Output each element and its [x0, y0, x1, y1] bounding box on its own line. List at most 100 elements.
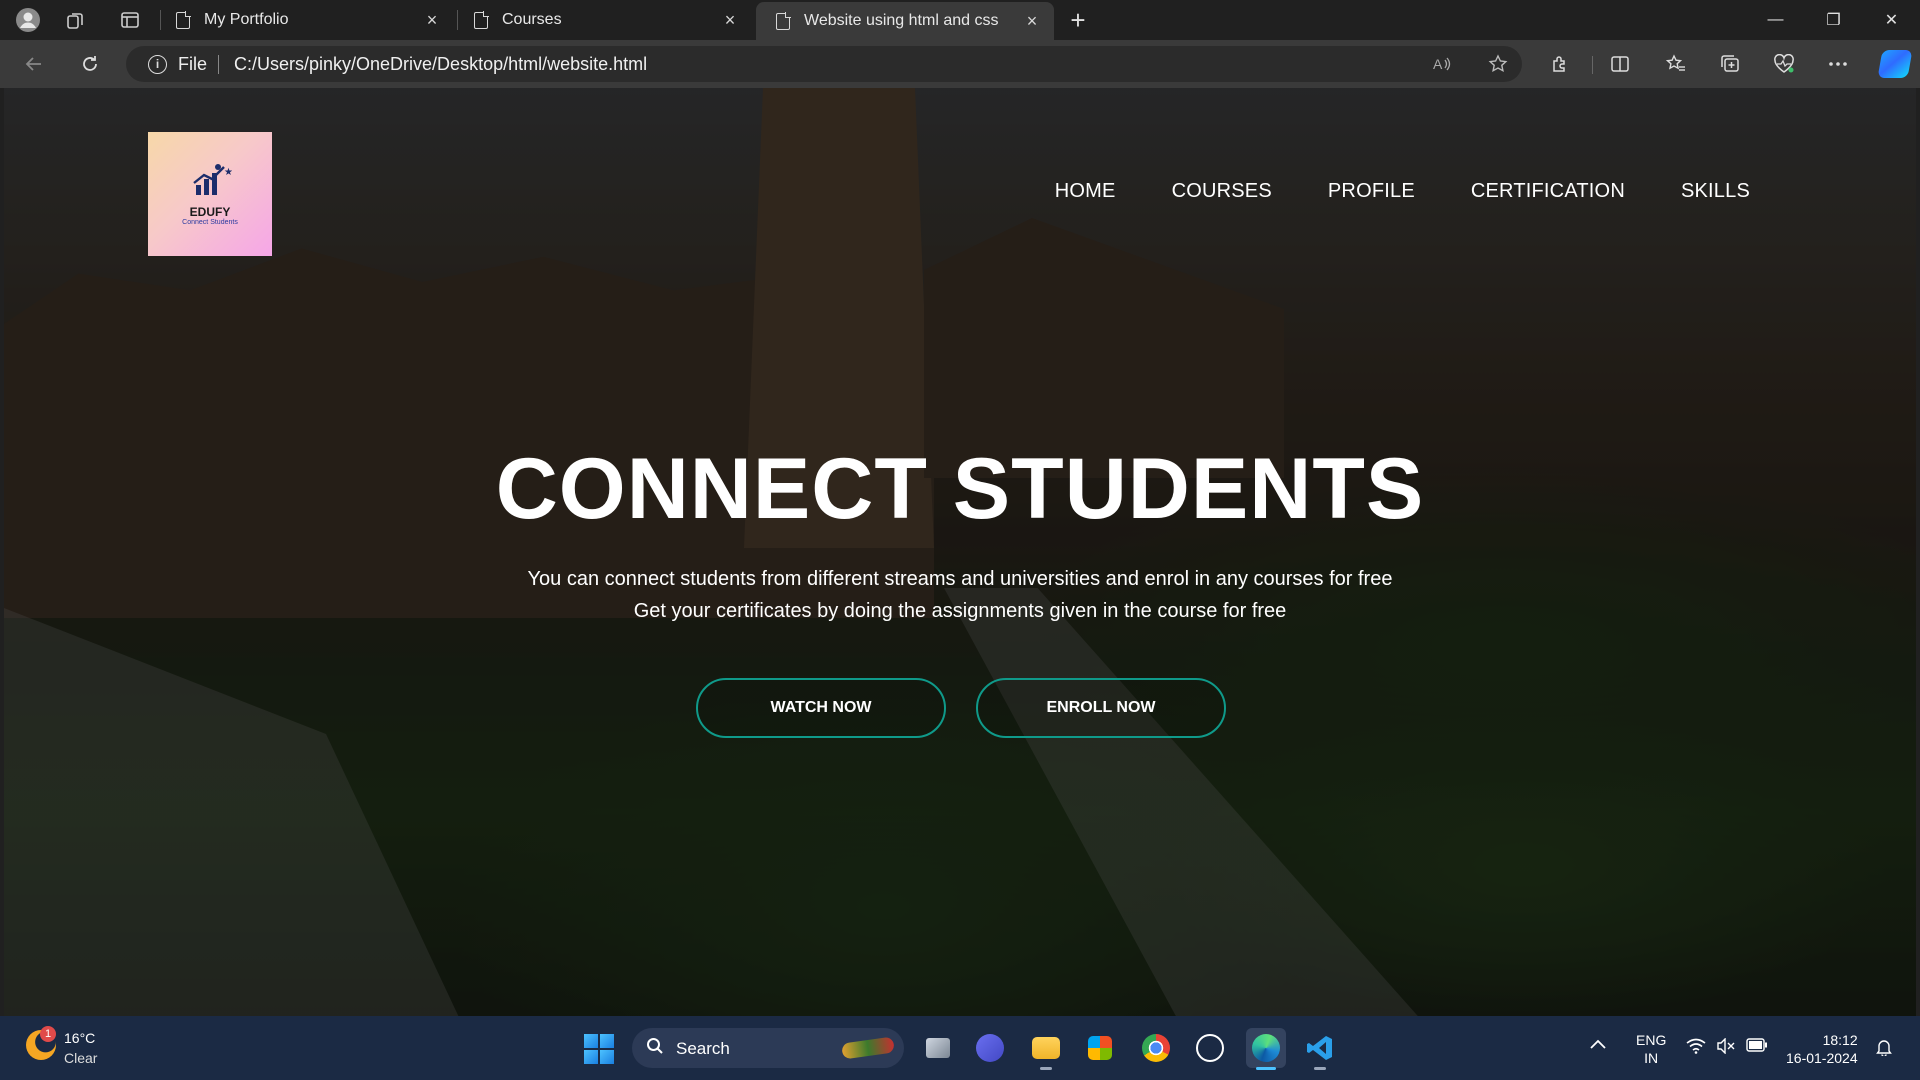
collections-icon[interactable] — [1714, 48, 1746, 80]
info-icon[interactable]: i — [148, 55, 167, 74]
dark-overlay — [4, 88, 1916, 1016]
nav-home[interactable]: HOME — [1055, 180, 1116, 203]
weather-temperature[interactable]: 16°C — [64, 1030, 95, 1046]
url-text[interactable]: C:/Users/pinky/OneDrive/Desktop/html/web… — [234, 54, 647, 75]
page-icon — [474, 10, 489, 29]
start-tile — [600, 1050, 614, 1064]
region-code: IN — [1644, 1050, 1659, 1066]
address-separator — [218, 55, 219, 74]
notification-bell-icon[interactable] — [1876, 1038, 1892, 1060]
minimize-button[interactable]: — — [1748, 0, 1803, 40]
toolbar-separator — [1592, 56, 1593, 74]
running-indicator — [1314, 1067, 1326, 1070]
taskbar-search[interactable]: Search — [632, 1028, 904, 1068]
refresh-icon[interactable] — [74, 48, 106, 80]
folder-graphic — [1032, 1037, 1060, 1059]
logo-graphic: ★ — [188, 163, 233, 203]
meet-graphic — [976, 1034, 1004, 1062]
start-tile — [600, 1034, 614, 1048]
tab-title: My Portfolio — [204, 11, 289, 28]
scheme-label: File — [178, 54, 208, 74]
vscode-graphic — [1307, 1036, 1332, 1060]
tab-title: Website using html and css — [804, 12, 999, 29]
close-icon[interactable]: × — [720, 10, 740, 31]
copilot-icon[interactable] — [1877, 50, 1913, 78]
restore-button[interactable]: ❐ — [1806, 0, 1861, 40]
start-tile — [584, 1050, 598, 1064]
site-logo[interactable]: ★ EDUFY Connect Students — [148, 132, 272, 256]
chrome-graphic — [1142, 1034, 1170, 1062]
nav-certification[interactable]: CERTIFICATION — [1471, 180, 1625, 203]
search-highlight-icon — [841, 1036, 895, 1060]
svg-text:★: ★ — [224, 167, 232, 178]
tab-courses[interactable]: Courses × — [454, 0, 752, 40]
store-graphic — [1088, 1036, 1112, 1060]
page-icon — [176, 10, 191, 29]
volume-muted-icon[interactable] — [1716, 1037, 1736, 1058]
file-explorer-icon[interactable] — [1026, 1028, 1066, 1070]
address-bar[interactable]: i File C:/Users/pinky/OneDrive/Desktop/h… — [126, 46, 1522, 82]
chevron-up-icon[interactable] — [1590, 1036, 1606, 1053]
favorite-icon[interactable] — [1486, 52, 1510, 76]
close-icon[interactable]: × — [1022, 11, 1042, 32]
chrome-icon[interactable] — [1136, 1028, 1176, 1068]
start-tile — [584, 1034, 598, 1048]
running-indicator — [1040, 1067, 1052, 1070]
edge-icon[interactable] — [1246, 1028, 1286, 1070]
dell-icon[interactable] — [1190, 1028, 1230, 1068]
tab-website[interactable]: Website using html and css × — [756, 2, 1054, 40]
watch-now-button[interactable]: WATCH NOW — [696, 678, 946, 738]
task-view-icon[interactable] — [918, 1028, 958, 1068]
hero-title: CONNECT STUDENTS — [495, 441, 1425, 537]
browser-tab-bar: My Portfolio × Courses × Website using h… — [0, 0, 1920, 40]
start-button[interactable] — [584, 1034, 614, 1064]
close-window-button[interactable]: ✕ — [1864, 0, 1919, 40]
tab-actions-icon[interactable] — [114, 4, 146, 36]
meet-app-icon[interactable] — [970, 1028, 1010, 1068]
workspaces-icon[interactable] — [60, 4, 92, 36]
profile-icon[interactable] — [12, 4, 44, 36]
tab-title: Courses — [502, 11, 562, 28]
wifi-icon[interactable] — [1686, 1038, 1706, 1058]
back-icon[interactable] — [18, 48, 50, 80]
browser-toolbar: i File C:/Users/pinky/OneDrive/Desktop/h… — [0, 40, 1920, 88]
nav-courses[interactable]: COURSES — [1172, 180, 1272, 203]
vscode-icon[interactable] — [1300, 1028, 1340, 1070]
logo-tagline: Connect Students — [182, 218, 238, 226]
logo-brand: EDUFY — [189, 204, 231, 219]
favorites-icon[interactable] — [1660, 48, 1692, 80]
read-aloud-icon[interactable]: A — [1430, 52, 1454, 76]
hero-subtitle-line1: You can connect students from different … — [527, 568, 1393, 590]
enroll-now-button[interactable]: ENROLL NOW — [976, 678, 1226, 738]
weather-condition: Clear — [64, 1050, 98, 1066]
weather-badge: 1 — [40, 1026, 56, 1042]
more-icon[interactable] — [1822, 48, 1854, 80]
language-code: ENG — [1636, 1032, 1667, 1048]
page-icon — [776, 11, 791, 30]
clock-date: 16-01-2024 — [1786, 1050, 1858, 1066]
system-clock[interactable]: 18:12 16-01-2024 — [1786, 1031, 1858, 1067]
site-nav: HOME COURSES PROFILE CERTIFICATION SKILL… — [1055, 180, 1750, 203]
search-label: Search — [676, 1039, 730, 1058]
windows-taskbar: 1 16°C Clear Search ENG IN 18:12 16-01-2… — [0, 1016, 1920, 1080]
task-view-graphic — [926, 1038, 950, 1058]
clock-time: 18:12 — [1822, 1032, 1858, 1048]
dell-graphic — [1196, 1034, 1224, 1062]
new-tab-button[interactable]: + — [1062, 4, 1094, 36]
nav-profile[interactable]: PROFILE — [1328, 180, 1415, 203]
language-indicator[interactable]: ENG IN — [1636, 1031, 1666, 1067]
microsoft-store-icon[interactable] — [1080, 1028, 1120, 1068]
edge-graphic — [1252, 1034, 1280, 1062]
page-viewport: ★ EDUFY Connect Students HOME COURSES PR… — [4, 88, 1916, 1016]
split-screen-icon[interactable] — [1604, 48, 1636, 80]
close-icon[interactable]: × — [422, 10, 442, 31]
hero-subtitle-line2: Get your certificates by doing the assig… — [633, 600, 1287, 622]
svg-text:A: A — [1433, 56, 1443, 72]
battery-icon[interactable] — [1746, 1038, 1768, 1056]
search-icon — [646, 1037, 664, 1060]
browser-essentials-icon[interactable] — [1768, 48, 1800, 80]
tab-my-portfolio[interactable]: My Portfolio × — [156, 0, 454, 40]
nav-skills[interactable]: SKILLS — [1681, 180, 1750, 203]
extensions-icon[interactable] — [1544, 48, 1576, 80]
active-indicator — [1256, 1067, 1276, 1070]
